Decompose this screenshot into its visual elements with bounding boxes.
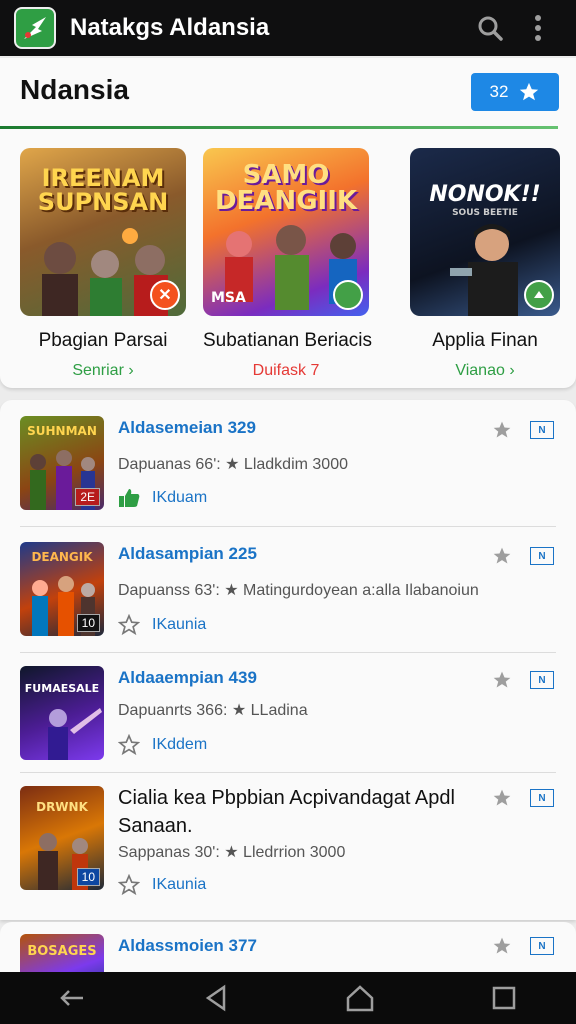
list-item-title[interactable]: Cialia kea Pbpbian Acpivandagat Apdl San… bbox=[118, 784, 488, 840]
list-item-action-label: IKaunia bbox=[152, 616, 207, 633]
section-divider bbox=[0, 126, 558, 129]
featured-link-1[interactable]: Senriar › bbox=[20, 362, 186, 380]
open-badge-icon[interactable] bbox=[524, 280, 554, 310]
favorite-star-icon[interactable] bbox=[492, 936, 512, 956]
favorites-button[interactable]: 32 bbox=[471, 73, 559, 111]
featured-card-2[interactable]: SAMO DEANGIIK MSA Subatianan Beriacis Du… bbox=[203, 148, 372, 380]
thumbnail-tag: 2E bbox=[75, 488, 100, 506]
featured-image-1[interactable]: IREENAM SUPNSAN ✕ bbox=[20, 148, 186, 316]
list-card-partial: BOSAGES Aldassmoien 377 N bbox=[0, 922, 576, 972]
list-item-meta: Sappanas 30ʹ: ★ Lledrrion 3000 bbox=[118, 844, 346, 861]
featured-title-1: Pbagian Parsai bbox=[38, 330, 168, 351]
list-thumbnail[interactable]: FUMAESALE bbox=[20, 666, 104, 760]
section-title: Ndansia bbox=[20, 74, 129, 105]
thumbnail-art-title: SUHNMAN bbox=[27, 424, 97, 438]
thumbnail-art-title: DRWNK bbox=[36, 800, 88, 814]
tv-badge-icon: N bbox=[530, 789, 554, 807]
back-triangle-icon bbox=[205, 984, 226, 1012]
star-outline-icon bbox=[118, 734, 140, 756]
list-divider bbox=[20, 652, 556, 653]
recents-icon bbox=[492, 986, 516, 1010]
featured-art-tag-2: MSA bbox=[211, 290, 246, 306]
search-icon bbox=[478, 16, 503, 41]
search-button[interactable] bbox=[466, 4, 514, 52]
favorites-count: 32 bbox=[489, 82, 509, 101]
list-item-action-label: IKaunia bbox=[152, 876, 207, 893]
list-item-title[interactable]: Aldasampian 225 bbox=[118, 544, 257, 564]
thumb-up-icon bbox=[119, 489, 140, 507]
thumbnail-art-title: DEANGIK bbox=[31, 550, 93, 564]
back-arrow-icon bbox=[60, 990, 83, 1006]
list-item-title[interactable]: Aldaaempian 439 bbox=[118, 668, 257, 688]
list-item-meta: Dapuanss 63ʹ: ★ Matingurdoyean a:alla Il… bbox=[118, 582, 479, 599]
favorite-star-icon[interactable] bbox=[492, 546, 512, 566]
list-thumbnail[interactable]: SUHNMAN 2E bbox=[20, 416, 104, 510]
featured-section: Ndansia 32 IREENAM SUPNSAN ✕ Pbagian Par… bbox=[0, 58, 576, 388]
app-title: Natakgs Aldansia bbox=[70, 14, 270, 41]
tv-badge-icon: N bbox=[530, 547, 554, 565]
list-divider bbox=[20, 772, 556, 773]
featured-art-title-3: NONOK!! bbox=[429, 182, 541, 207]
list-item-title[interactable]: Aldassmoien 377 bbox=[118, 936, 257, 956]
nav-back-button[interactable] bbox=[186, 976, 246, 1020]
tv-badge-icon: N bbox=[530, 671, 554, 689]
more-options-button[interactable] bbox=[514, 4, 562, 52]
tv-badge-icon: N bbox=[530, 421, 554, 439]
nav-back-arrow-button[interactable] bbox=[42, 976, 102, 1020]
list-thumbnail[interactable]: DEANGIK 10 bbox=[20, 542, 104, 636]
list-item-meta: Dapuanas 66ʹ: ★ Lladkdim 3000 bbox=[118, 456, 348, 473]
list-thumbnail[interactable]: BOSAGES bbox=[20, 934, 104, 972]
list-item-action[interactable]: IKduam bbox=[118, 488, 207, 508]
more-vert-icon bbox=[535, 15, 541, 41]
app-list: SUHNMAN 2E Aldasemeian 329 Dapuanas 66ʹ:… bbox=[0, 400, 576, 920]
star-outline-icon bbox=[118, 614, 140, 636]
star-icon bbox=[520, 82, 539, 101]
system-nav-bar bbox=[0, 972, 576, 1024]
app-logo-icon[interactable] bbox=[14, 7, 56, 49]
thumbnail-art-title: BOSAGES bbox=[27, 944, 97, 959]
list-item-action[interactable]: IKddem bbox=[118, 734, 207, 756]
favorite-star-icon[interactable] bbox=[492, 420, 512, 440]
list-item-title[interactable]: Aldasemeian 329 bbox=[118, 418, 256, 438]
featured-link-3[interactable]: Vianao › bbox=[410, 362, 560, 380]
featured-link-2[interactable]: Duifask 7 bbox=[203, 362, 369, 380]
featured-title-3: Applia Finan bbox=[432, 330, 538, 351]
thumbnail-art-title: FUMAESALE bbox=[24, 682, 100, 695]
featured-title-2: Subatianan Beriacis bbox=[203, 330, 372, 351]
list-divider bbox=[20, 526, 556, 527]
list-item-meta: Dapuanrts 366: ★ LLadina bbox=[118, 702, 308, 719]
featured-art-tag-3: SOUS BEETIE bbox=[452, 208, 518, 218]
tv-badge-icon: N bbox=[530, 937, 554, 955]
featured-art-title-2: SAMO DEANGIIK bbox=[214, 160, 358, 216]
list-thumbnail[interactable]: DRWNK 10 bbox=[20, 786, 104, 890]
app-bar: Natakgs Aldansia bbox=[0, 0, 576, 56]
featured-art-title-1: IREENAM SUPNSAN bbox=[37, 164, 169, 216]
favorite-star-icon[interactable] bbox=[492, 788, 512, 808]
thumbnail-tag: 10 bbox=[76, 868, 100, 886]
nav-home-button[interactable] bbox=[330, 976, 390, 1020]
home-icon bbox=[346, 985, 374, 1012]
nav-recents-button[interactable] bbox=[474, 976, 534, 1020]
featured-card-1[interactable]: IREENAM SUPNSAN ✕ Pbagian Parsai Senriar… bbox=[20, 148, 186, 380]
featured-image-3[interactable]: NONOK!! SOUS BEETIE bbox=[410, 148, 560, 316]
featured-image-2[interactable]: SAMO DEANGIIK MSA bbox=[203, 148, 369, 316]
remove-badge-icon[interactable]: ✕ bbox=[150, 280, 180, 310]
featured-card-3[interactable]: NONOK!! SOUS BEETIE Applia Finan Vianao … bbox=[410, 148, 560, 380]
thumbnail-tag: 10 bbox=[76, 614, 100, 632]
list-item-action-label: IKddem bbox=[152, 736, 208, 753]
list-item-action[interactable]: IKaunia bbox=[118, 614, 206, 636]
list-item-action-label: IKduam bbox=[152, 489, 208, 506]
star-outline-icon bbox=[118, 874, 140, 896]
install-badge-icon[interactable] bbox=[333, 280, 363, 310]
favorite-star-icon[interactable] bbox=[492, 670, 512, 690]
list-item-action[interactable]: IKaunia bbox=[118, 874, 206, 896]
